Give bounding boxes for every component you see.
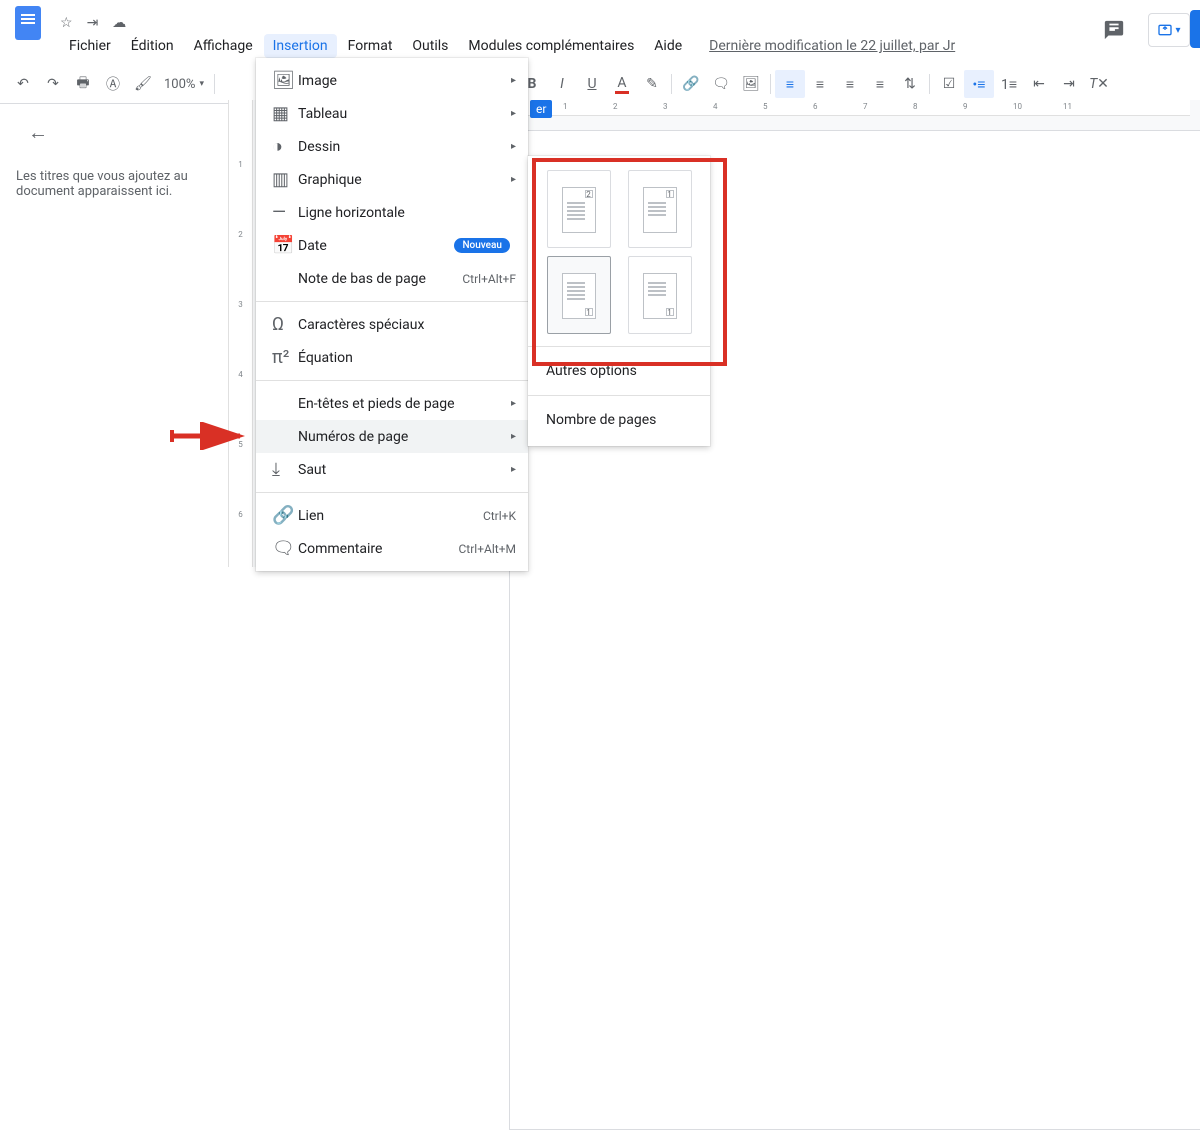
move-icon[interactable]: ⇥	[87, 15, 99, 31]
menu-file[interactable]: Fichier	[60, 34, 120, 58]
insert-hr[interactable]: —Ligne horizontale	[256, 196, 528, 229]
insert-date[interactable]: 📅DateNouveau	[256, 229, 528, 262]
insert-break[interactable]: ⤓Saut▸	[256, 453, 528, 486]
page-numbers-submenu: 2 1 1 1	[528, 156, 710, 446]
align-justify-button[interactable]: ≡	[865, 70, 895, 98]
align-right-button[interactable]: ≡	[835, 70, 865, 98]
menu-format[interactable]: Format	[339, 34, 402, 58]
undo-button[interactable]: ↶	[8, 70, 38, 98]
outline-panel: ← Les titres que vous ajoutez au documen…	[0, 100, 228, 567]
underline-button[interactable]: U	[577, 70, 607, 98]
annotation-red-arrow	[170, 422, 250, 450]
insert-drawing[interactable]: ◑Dessin▸	[256, 130, 528, 163]
outline-back-icon[interactable]: ←	[28, 120, 48, 145]
redo-button[interactable]: ↷	[38, 70, 68, 98]
insert-footnote[interactable]: Note de bas de pageCtrl+Alt+F	[256, 262, 528, 295]
highlight-button[interactable]: ✎	[637, 70, 667, 98]
clear-format-button[interactable]: T✕	[1084, 70, 1114, 98]
insert-link-button[interactable]: 🔗	[676, 70, 706, 98]
cloud-icon[interactable]: ☁	[112, 15, 126, 31]
insert-page-numbers[interactable]: Numéros de page▸	[256, 420, 528, 453]
menu-view[interactable]: Affichage	[185, 34, 262, 58]
bullet-list-button[interactable]: •≡	[964, 70, 994, 98]
collab-label: er	[530, 100, 552, 118]
pagenum-bottom-right-skip-first[interactable]: 1	[628, 256, 692, 334]
menu-edit[interactable]: Édition	[122, 34, 183, 58]
print-button[interactable]: 🖶	[68, 70, 98, 98]
insert-dropdown: 🖼Image▸ ▦Tableau▸ ◑Dessin▸ ▥Graphique▸ —…	[256, 58, 528, 571]
insert-chart[interactable]: ▥Graphique▸	[256, 163, 528, 196]
menu-help[interactable]: Aide	[645, 34, 691, 58]
checklist-button[interactable]: ☑	[934, 70, 964, 98]
insert-comment[interactable]: 🗨CommentaireCtrl+Alt+M	[256, 532, 528, 565]
zoom-select[interactable]: 100%▾	[158, 77, 210, 92]
insert-comment-button[interactable]: 🗨	[706, 70, 736, 98]
italic-button[interactable]: I	[547, 70, 577, 98]
pagenum-page-count[interactable]: Nombre de pages	[528, 404, 710, 436]
indent-decrease-button[interactable]: ⇤	[1024, 70, 1054, 98]
pagenum-more-options[interactable]: Autres options	[528, 355, 710, 387]
menu-tools[interactable]: Outils	[403, 34, 457, 58]
present-button[interactable]: ▾	[1148, 13, 1190, 47]
insert-headers-footers[interactable]: En-têtes et pieds de page▸	[256, 387, 528, 420]
pagenum-top-right-skip-first[interactable]: 1	[628, 170, 692, 248]
spellcheck-button[interactable]: Ⓐ	[98, 70, 128, 98]
comments-history-icon[interactable]	[1096, 12, 1132, 48]
toolbar: ↶ ↷ 🖶 Ⓐ 🖌 100%▾ B I U A ✎ 🔗 🗨 🖼 ≡ ≡ ≡ ≡ …	[0, 64, 1200, 104]
insert-special-chars[interactable]: ΩCaractères spéciaux	[256, 308, 528, 341]
menu-insert[interactable]: Insertion	[264, 34, 337, 58]
indent-increase-button[interactable]: ⇥	[1054, 70, 1084, 98]
line-spacing-button[interactable]: ⇅	[895, 70, 925, 98]
vertical-ruler: 12 34 56	[229, 100, 253, 567]
pagenum-top-right-all[interactable]: 2	[547, 170, 611, 248]
insert-table[interactable]: ▦Tableau▸	[256, 97, 528, 130]
numbered-list-button[interactable]: 1≡	[994, 70, 1024, 98]
share-button-edge[interactable]	[1190, 10, 1200, 48]
align-center-button[interactable]: ≡	[805, 70, 835, 98]
menubar: Fichier Édition Affichage Insertion Form…	[0, 32, 1200, 60]
insert-image[interactable]: 🖼Image▸	[256, 64, 528, 97]
text-color-button[interactable]: A	[607, 70, 637, 98]
pagenum-bottom-right-all[interactable]: 1	[547, 256, 611, 334]
align-left-button[interactable]: ≡	[775, 70, 805, 98]
outline-placeholder: Les titres que vous ajoutez au document …	[16, 169, 212, 199]
paint-format-button[interactable]: 🖌	[128, 70, 158, 98]
insert-link[interactable]: 🔗LienCtrl+K	[256, 499, 528, 532]
docs-logo[interactable]	[8, 3, 48, 43]
last-modified-link[interactable]: Dernière modification le 22 juillet, par…	[709, 38, 955, 54]
star-icon[interactable]: ☆	[60, 15, 73, 31]
insert-equation[interactable]: π²Équation	[256, 341, 528, 374]
menu-addons[interactable]: Modules complémentaires	[459, 34, 643, 58]
insert-image-button[interactable]: 🖼	[736, 70, 766, 98]
